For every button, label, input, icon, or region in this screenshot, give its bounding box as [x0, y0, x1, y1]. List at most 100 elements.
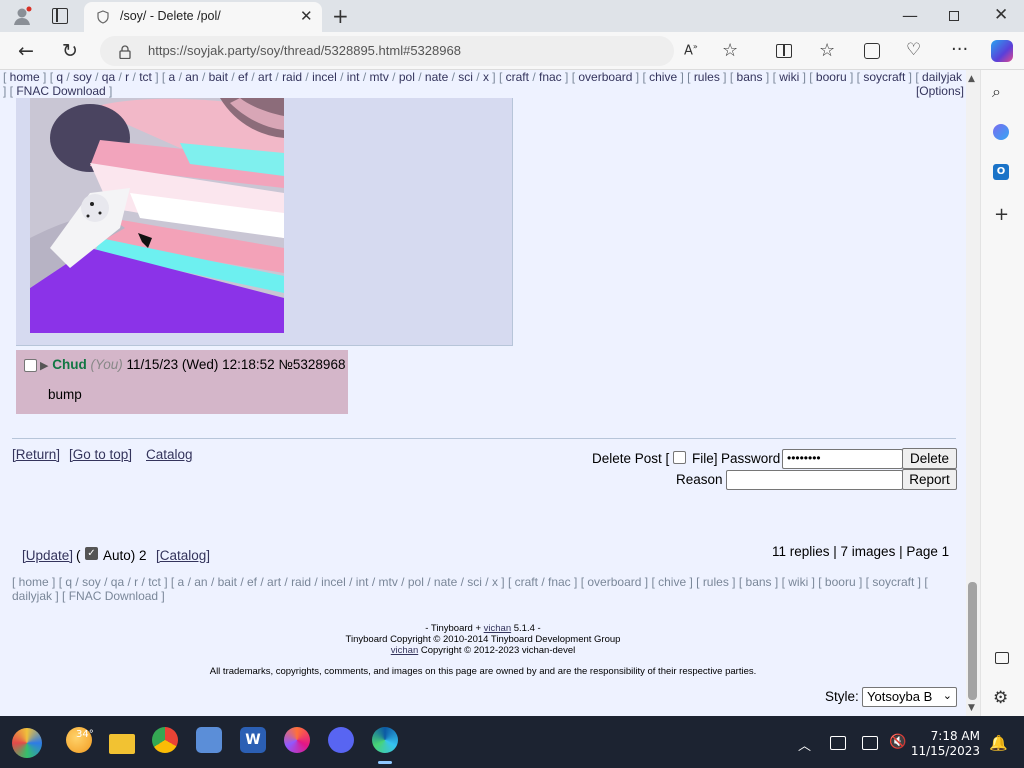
top-board-link-a[interactable]: a: [169, 70, 176, 84]
search-icon[interactable]: ⌕: [992, 82, 1001, 102]
top-board-link-q[interactable]: q: [56, 70, 63, 84]
expand-arrow-icon[interactable]: ▶: [40, 360, 48, 372]
top-board-link-x[interactable]: x: [483, 70, 489, 84]
bottom-board-link-chive[interactable]: chive: [658, 575, 686, 589]
browser-essentials-icon[interactable]: ♡: [906, 40, 921, 60]
copilot-icon[interactable]: [991, 40, 1013, 62]
lock-icon[interactable]: [119, 44, 131, 60]
bottom-board-link-overboard[interactable]: overboard: [587, 575, 641, 589]
scrollbar-thumb[interactable]: [968, 582, 977, 700]
top-board-link-chive[interactable]: chive: [649, 70, 677, 84]
top-board-link-fnac[interactable]: fnac: [539, 70, 562, 84]
bottom-board-link-incel[interactable]: incel: [321, 575, 346, 589]
bottom-board-link-bans[interactable]: bans: [746, 575, 772, 589]
options-link[interactable]: [Options]: [916, 84, 964, 98]
restore-icon[interactable]: [949, 11, 959, 21]
new-tab-icon[interactable]: +: [332, 4, 349, 28]
bottom-board-link-art[interactable]: art: [267, 575, 281, 589]
browser-tab[interactable]: /soy/ - Delete /pol/ ✕: [84, 2, 322, 32]
refresh-icon[interactable]: ↻: [62, 40, 78, 62]
top-board-link-booru[interactable]: booru: [816, 70, 847, 84]
reason-input[interactable]: [726, 470, 903, 490]
top-board-link-r[interactable]: r: [125, 70, 129, 84]
close-window-icon[interactable]: ✕: [994, 5, 1008, 25]
outlook-icon[interactable]: O: [993, 164, 1009, 180]
sidebar-toggle-icon[interactable]: [995, 652, 1009, 664]
start-icon[interactable]: [12, 728, 42, 758]
post-number[interactable]: №5328968: [278, 357, 345, 372]
top-board-link-nate[interactable]: nate: [425, 70, 448, 84]
tablet-mode-icon[interactable]: [862, 736, 878, 750]
back-icon[interactable]: ←: [18, 40, 34, 62]
post-select-checkbox[interactable]: [24, 359, 37, 372]
bottom-board-link-sci[interactable]: sci: [467, 575, 482, 589]
profile-icon[interactable]: [12, 6, 32, 26]
catalog-link-bottom[interactable]: [Catalog]: [156, 548, 210, 563]
top-board-link-mtv[interactable]: mtv: [370, 70, 389, 84]
chart-app-icon[interactable]: [196, 727, 222, 753]
update-link[interactable]: [Update]: [22, 548, 73, 563]
bottom-board-link-raid[interactable]: raid: [291, 575, 311, 589]
top-board-link-fnac-download[interactable]: FNAC Download: [16, 84, 105, 98]
top-board-link-dailyjak[interactable]: dailyjak: [922, 70, 962, 84]
url-text[interactable]: https://soyjak.party/soy/thread/5328895.…: [148, 43, 461, 58]
bottom-board-link-pol[interactable]: pol: [408, 575, 424, 589]
bottom-board-link-wiki[interactable]: wiki: [788, 575, 808, 589]
top-board-link-bans[interactable]: bans: [737, 70, 763, 84]
catalog-link[interactable]: Catalog: [146, 447, 193, 462]
top-board-link-sci[interactable]: sci: [458, 70, 473, 84]
word-icon[interactable]: W: [240, 727, 266, 753]
bottom-board-link-craft[interactable]: craft: [515, 575, 538, 589]
bottom-board-link-tct[interactable]: tct: [148, 575, 161, 589]
chrome-icon[interactable]: [152, 727, 178, 753]
collections-icon[interactable]: [864, 43, 880, 59]
top-board-link-pol[interactable]: pol: [399, 70, 415, 84]
scroll-down-arrow[interactable]: ▼: [968, 703, 975, 713]
file-explorer-icon[interactable]: [109, 734, 135, 754]
vichan-link-2[interactable]: vichan: [391, 645, 418, 656]
bottom-board-link-x[interactable]: x: [492, 575, 498, 589]
favorite-star-icon[interactable]: ☆: [722, 40, 738, 61]
top-board-link-incel[interactable]: incel: [312, 70, 337, 84]
chevron-up-icon[interactable]: ︿: [798, 735, 811, 754]
bottom-board-link-ef[interactable]: ef: [247, 575, 257, 589]
bottom-board-link-rules[interactable]: rules: [703, 575, 729, 589]
bottom-board-link-soy[interactable]: soy: [82, 575, 101, 589]
top-board-link-art[interactable]: art: [258, 70, 272, 84]
bottom-board-link-fnac-download[interactable]: FNAC Download: [69, 589, 158, 603]
more-options-icon[interactable]: ···: [951, 39, 968, 60]
post-image[interactable]: [30, 98, 284, 333]
bottom-board-link-booru[interactable]: booru: [825, 575, 856, 589]
bottom-board-link-soycraft[interactable]: soycraft: [872, 575, 914, 589]
go-to-top-link[interactable]: [Go to top]: [69, 447, 132, 462]
auto-update-checkbox[interactable]: ✓: [85, 547, 98, 560]
report-button[interactable]: Report: [902, 469, 957, 490]
scroll-up-arrow[interactable]: ▲: [968, 74, 975, 84]
style-select[interactable]: Yotsoyba B ⌄: [862, 687, 957, 707]
edge-icon[interactable]: [372, 727, 398, 753]
return-link[interactable]: [Return]: [12, 447, 60, 462]
read-aloud-icon[interactable]: A»: [684, 42, 698, 58]
bottom-board-link-bait[interactable]: bait: [218, 575, 237, 589]
top-board-link-wiki[interactable]: wiki: [779, 70, 799, 84]
password-input[interactable]: ••••••••: [782, 449, 903, 469]
delete-button[interactable]: Delete: [902, 448, 957, 469]
vichan-link[interactable]: vichan: [484, 623, 511, 634]
top-board-link-qa[interactable]: qa: [102, 70, 115, 84]
tab-actions-icon[interactable]: [52, 8, 68, 24]
top-board-link-soycraft[interactable]: soycraft: [863, 70, 905, 84]
bottom-board-link-an[interactable]: an: [194, 575, 207, 589]
top-board-link-int[interactable]: int: [347, 70, 360, 84]
top-board-link-home[interactable]: home: [10, 70, 40, 84]
top-board-link-ef[interactable]: ef: [238, 70, 248, 84]
bottom-board-link-dailyjak[interactable]: dailyjak: [12, 589, 52, 603]
bottom-board-link-a[interactable]: a: [178, 575, 185, 589]
top-board-link-raid[interactable]: raid: [282, 70, 302, 84]
add-sidebar-icon[interactable]: +: [994, 204, 1009, 225]
network-icon[interactable]: [830, 736, 846, 750]
bottom-board-link-fnac[interactable]: fnac: [548, 575, 571, 589]
bottom-board-link-home[interactable]: home: [19, 575, 49, 589]
top-board-link-craft[interactable]: craft: [506, 70, 529, 84]
bottom-board-link-r[interactable]: r: [134, 575, 138, 589]
bottom-board-link-nate[interactable]: nate: [434, 575, 457, 589]
